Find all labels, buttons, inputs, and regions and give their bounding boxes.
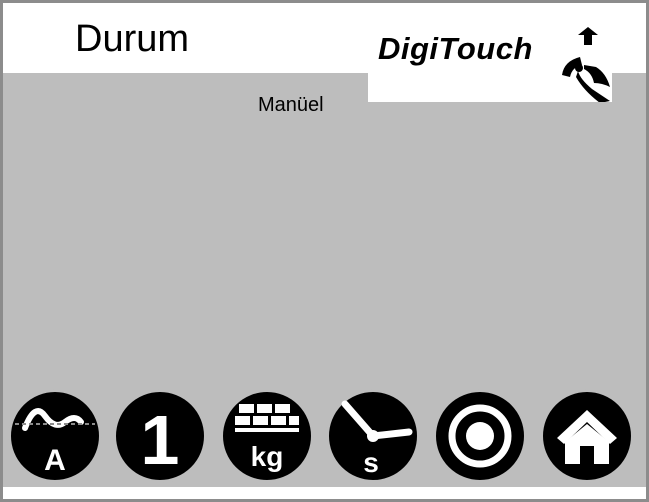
- target-button[interactable]: [433, 389, 527, 483]
- channel-1-badge: 1: [141, 401, 180, 479]
- ac-current-button[interactable]: A: [8, 389, 102, 483]
- timer-button[interactable]: s: [326, 389, 420, 483]
- weight-kg-icon: kg: [235, 404, 299, 472]
- home-icon: [557, 410, 617, 464]
- mode-label: Manüel: [258, 94, 324, 116]
- logo: DigiTouch: [368, 3, 612, 102]
- page-title: Durum: [75, 18, 190, 60]
- timer-badge: s: [363, 447, 379, 478]
- weight-badge: kg: [251, 441, 284, 472]
- timer-seconds-icon: s: [341, 400, 413, 478]
- ac-current-icon: A: [15, 408, 95, 477]
- home-button[interactable]: [540, 389, 634, 483]
- weight-button[interactable]: kg: [220, 389, 314, 483]
- target-icon: [448, 404, 512, 468]
- channel-1-icon: 1: [141, 401, 180, 479]
- logo-text: DigiTouch: [378, 31, 533, 66]
- channel-1-button[interactable]: 1: [113, 389, 207, 483]
- ac-current-badge: A: [44, 444, 66, 477]
- footer-strip: [3, 487, 646, 499]
- status-panel: [3, 73, 646, 384]
- fan-logo-icon: [562, 27, 610, 102]
